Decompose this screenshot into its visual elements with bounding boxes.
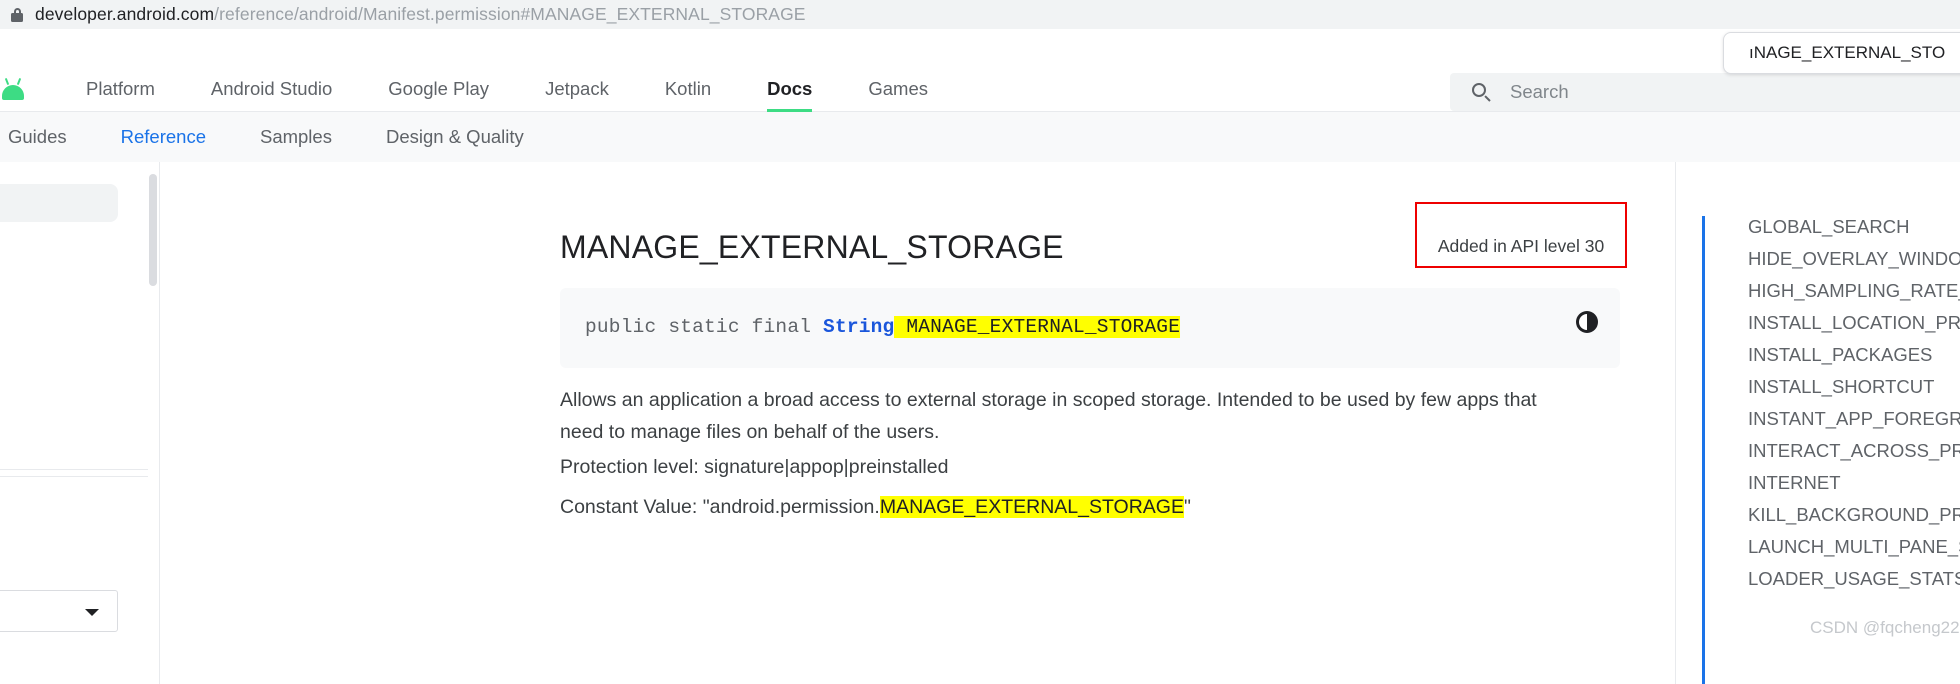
sidebar-item-label: LOADER_USAGE_STATS — [1748, 568, 1960, 589]
android-logo-icon[interactable] — [2, 77, 28, 100]
sidebar-item-kill-background-processes[interactable]: KILL_BACKGROUND_PROC — [1748, 504, 1960, 526]
sidebar-item-label: INSTALL_LOCATION_PROV — [1748, 312, 1960, 333]
topnav-item-jetpack[interactable]: Jetpack — [517, 66, 637, 112]
permission-description: Allows an application a broad access to … — [560, 389, 1537, 443]
subnav-label: Reference — [120, 126, 206, 147]
search-icon — [1472, 82, 1491, 102]
subnav-label: Design & Quality — [385, 126, 524, 147]
chevron-down-icon — [85, 609, 99, 616]
sidebar-item-label: HIDE_OVERLAY_WINDOWS — [1748, 248, 1960, 269]
right-sidebar-index: GLOBAL_SEARCH HIDE_OVERLAY_WINDOWS HIGH_… — [1700, 162, 1960, 684]
code-type: String — [823, 316, 895, 338]
topnav-item-android-studio[interactable]: Android Studio — [183, 66, 360, 112]
subnav-label: Guides — [8, 126, 67, 147]
sidebar-divider-secondary — [0, 476, 148, 477]
url-suggestion-popup[interactable]: ıNAGE_EXTERNAL_STO — [1723, 32, 1960, 74]
sidebar-item-launch-multi-pane-settings-deep-link[interactable]: LAUNCH_MULTI_PANE_SET — [1748, 536, 1960, 558]
sidebar-item-label: INSTALL_PACKAGES — [1748, 344, 1933, 365]
lock-icon — [10, 7, 24, 23]
sidebar-scrollbar-thumb[interactable] — [149, 174, 157, 286]
topnav-label: Jetpack — [545, 77, 609, 99]
protection-level-text: Protection level: signature|appop|preins… — [560, 456, 949, 478]
sidebar-item-internet[interactable]: INTERNET — [1748, 472, 1841, 494]
browser-url-bar[interactable]: developer.android.com/reference/android/… — [0, 0, 1960, 29]
sidebar-item-label: INTERNET — [1748, 472, 1841, 493]
secondary-navigation-bar: Guides Reference Samples Design & Qualit… — [0, 112, 1960, 162]
search-placeholder: Search — [1510, 81, 1569, 102]
sidebar-item-hide-overlay-windows[interactable]: HIDE_OVERLAY_WINDOWS — [1748, 248, 1960, 270]
sidebar-item-label: INTERACT_ACROSS_PROFI — [1748, 440, 1960, 461]
api-level-badge-label: Added in API level 30 — [1437, 236, 1605, 256]
api-level-badge: Added in API level 30 — [1415, 202, 1627, 268]
constant-value-text: Constant Value: "android.permission.MANA… — [560, 491, 1570, 523]
subnav-item-guides[interactable]: Guides — [0, 112, 94, 162]
code-constant-name: MANAGE_EXTERNAL_STORAGE — [894, 316, 1181, 338]
url-path: /reference/android/Manifest.permission#M… — [214, 4, 806, 24]
code-modifiers: public static final — [585, 316, 824, 338]
sidebar-version-select[interactable] — [0, 590, 118, 632]
watermark: CSDN @fqcheng220 — [1810, 618, 1960, 637]
constant-value-prefix: Constant Value: "android.permission. — [560, 496, 880, 518]
subnav-item-reference[interactable]: Reference — [94, 112, 233, 162]
topnav-label: Kotlin — [664, 77, 712, 99]
url-suggestion-text: ıNAGE_EXTERNAL_STO — [1749, 43, 1946, 62]
url-host: developer.android.com — [35, 4, 215, 24]
sidebar-filter-input[interactable] — [0, 184, 118, 222]
sidebar-divider — [0, 469, 148, 470]
sidebar-item-label: INSTANT_APP_FOREGROU — [1748, 408, 1960, 429]
sidebar-item-install-location-provider[interactable]: INSTALL_LOCATION_PROV — [1748, 312, 1960, 334]
topnav-item-kotlin[interactable]: Kotlin — [637, 66, 739, 112]
code-signature-block: public static final String MANAGE_EXTERN… — [560, 288, 1620, 368]
topnav-label: Platform — [86, 77, 155, 99]
sidebar-item-label: INSTALL_SHORTCUT — [1748, 376, 1935, 397]
topnav-label: Docs — [767, 77, 813, 99]
subnav-label: Samples — [259, 126, 332, 147]
page-title: MANAGE_EXTERNAL_STORAGE — [560, 229, 1064, 265]
url-text[interactable]: developer.android.com/reference/android/… — [35, 4, 806, 25]
topnav-item-platform[interactable]: Platform — [58, 66, 183, 112]
constant-value-suffix: " — [1183, 496, 1191, 518]
topnav-item-docs[interactable]: Docs — [739, 66, 840, 112]
topnav-label: Android Studio — [210, 77, 333, 99]
article-content: Added in API level 30 MANAGE_EXTERNAL_ST… — [508, 162, 1676, 684]
sidebar-item-instant-app-foreground-service[interactable]: INSTANT_APP_FOREGROU — [1748, 408, 1960, 430]
sidebar-item-label: GLOBAL_SEARCH — [1748, 216, 1910, 237]
topnav-item-games[interactable]: Games — [840, 66, 956, 112]
subnav-item-samples[interactable]: Samples — [233, 112, 359, 162]
sidebar-item-global-search[interactable]: GLOBAL_SEARCH — [1748, 216, 1909, 238]
sidebar-item-install-shortcut[interactable]: INSTALL_SHORTCUT — [1748, 376, 1934, 398]
code-signature-text: public static final String MANAGE_EXTERN… — [585, 316, 1181, 338]
constant-value-highlight: MANAGE_EXTERNAL_STORAGE — [879, 496, 1184, 518]
sidebar-item-loader-usage-stats[interactable]: LOADER_USAGE_STATS — [1748, 568, 1960, 590]
sidebar-item-label: LAUNCH_MULTI_PANE_SET — [1748, 536, 1960, 557]
sidebar-item-high-sampling-rate-sensors[interactable]: HIGH_SAMPLING_RATE_SE — [1748, 280, 1960, 302]
sidebar-item-install-packages[interactable]: INSTALL_PACKAGES — [1748, 344, 1932, 366]
search-input[interactable]: Search — [1450, 73, 1960, 111]
primary-navigation-bar: Platform Android Studio Google Play Jetp… — [0, 66, 1960, 112]
topnav-label: Games — [868, 77, 928, 99]
topnav-label: Google Play — [388, 77, 490, 99]
contrast-icon[interactable] — [1576, 311, 1598, 333]
subnav-item-design-quality[interactable]: Design & Quality — [359, 112, 551, 162]
topnav-item-google-play[interactable]: Google Play — [360, 66, 517, 112]
left-sidebar — [0, 162, 160, 684]
sidebar-item-label: HIGH_SAMPLING_RATE_SE — [1748, 280, 1960, 301]
sidebar-item-interact-across-profiles[interactable]: INTERACT_ACROSS_PROFI — [1748, 440, 1960, 462]
page-body: Added in API level 30 MANAGE_EXTERNAL_ST… — [0, 162, 1960, 684]
sidebar-item-label: KILL_BACKGROUND_PROC — [1748, 504, 1960, 525]
sidebar-active-rail — [1702, 216, 1705, 684]
